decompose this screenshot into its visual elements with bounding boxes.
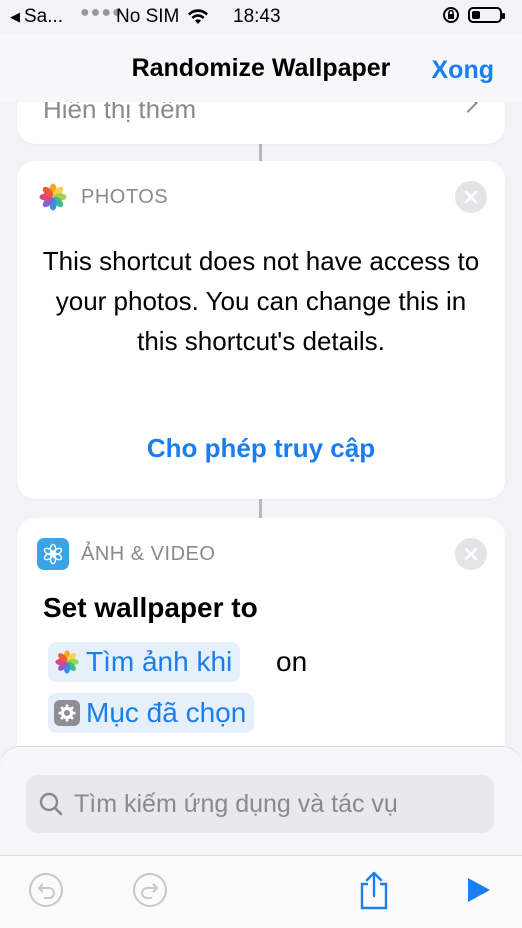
search-field[interactable] — [26, 775, 494, 833]
orientation-lock-icon — [443, 7, 459, 23]
page-title: Randomize Wallpaper — [131, 53, 391, 82]
back-arrow-icon: ◀ — [10, 9, 20, 24]
permission-message: This shortcut does not have access to yo… — [42, 246, 480, 356]
back-to-app[interactable]: ◀ Sa... — [10, 6, 63, 28]
on-text: on — [276, 646, 308, 677]
back-app-label: Sa... — [24, 6, 64, 27]
photos-icon — [55, 650, 79, 674]
media-app-label: ẢNH & VIDEO — [81, 542, 216, 565]
battery-icon — [468, 7, 505, 23]
photos-card-header: PHOTOS — [37, 181, 168, 213]
carrier-label: No SIM — [116, 6, 180, 27]
selected-screen-token[interactable]: Mục đã chọn — [48, 693, 255, 733]
action-text: Set wallpaper to — [43, 592, 258, 623]
close-icon — [464, 547, 478, 561]
undo-icon — [29, 873, 63, 907]
allow-access-button[interactable]: Cho phép truy cập — [17, 433, 505, 464]
photos-icon — [37, 181, 69, 213]
selected-token-label: Mục đã chọn — [86, 697, 247, 728]
redo-button[interactable] — [130, 870, 170, 910]
photos-permission-card: PHOTOS This shortcut does not have acces… — [17, 161, 505, 499]
find-photos-variable-token[interactable]: Tìm ảnh khi — [48, 642, 241, 682]
action-search-sheet — [0, 746, 522, 928]
clock: 18:43 — [233, 6, 281, 27]
redo-icon — [133, 873, 167, 907]
editor-toolbar — [0, 855, 522, 928]
gear-icon — [54, 700, 80, 726]
carrier: No SIM — [116, 6, 209, 28]
status-right — [442, 6, 505, 24]
search-input[interactable] — [72, 788, 476, 820]
share-icon — [360, 871, 388, 910]
navigation-bar: Randomize Wallpaper Xong — [0, 34, 522, 102]
close-icon — [464, 190, 478, 204]
set-wallpaper-action-card: ẢNH & VIDEO Set wallpaper to Tìm ảnh khi… — [17, 518, 505, 778]
done-button[interactable]: Xong — [432, 56, 495, 85]
media-card-header: ẢNH & VIDEO — [37, 538, 215, 570]
status-bar: ◀ Sa... ●●●● No SIM 18:43 — [0, 0, 522, 34]
share-button[interactable] — [354, 870, 394, 910]
undo-button[interactable] — [26, 870, 66, 910]
connector-line — [259, 144, 262, 161]
connector-line — [259, 499, 262, 518]
photos-app-label: PHOTOS — [81, 185, 169, 208]
remove-action-button[interactable] — [455, 181, 487, 213]
search-icon — [39, 792, 63, 816]
wifi-icon — [188, 9, 209, 24]
find-photos-token-label: Tìm ảnh khi — [86, 646, 233, 677]
play-icon — [468, 878, 490, 902]
remove-action-button[interactable] — [455, 538, 487, 570]
media-icon — [37, 538, 69, 570]
run-button[interactable] — [458, 870, 498, 910]
